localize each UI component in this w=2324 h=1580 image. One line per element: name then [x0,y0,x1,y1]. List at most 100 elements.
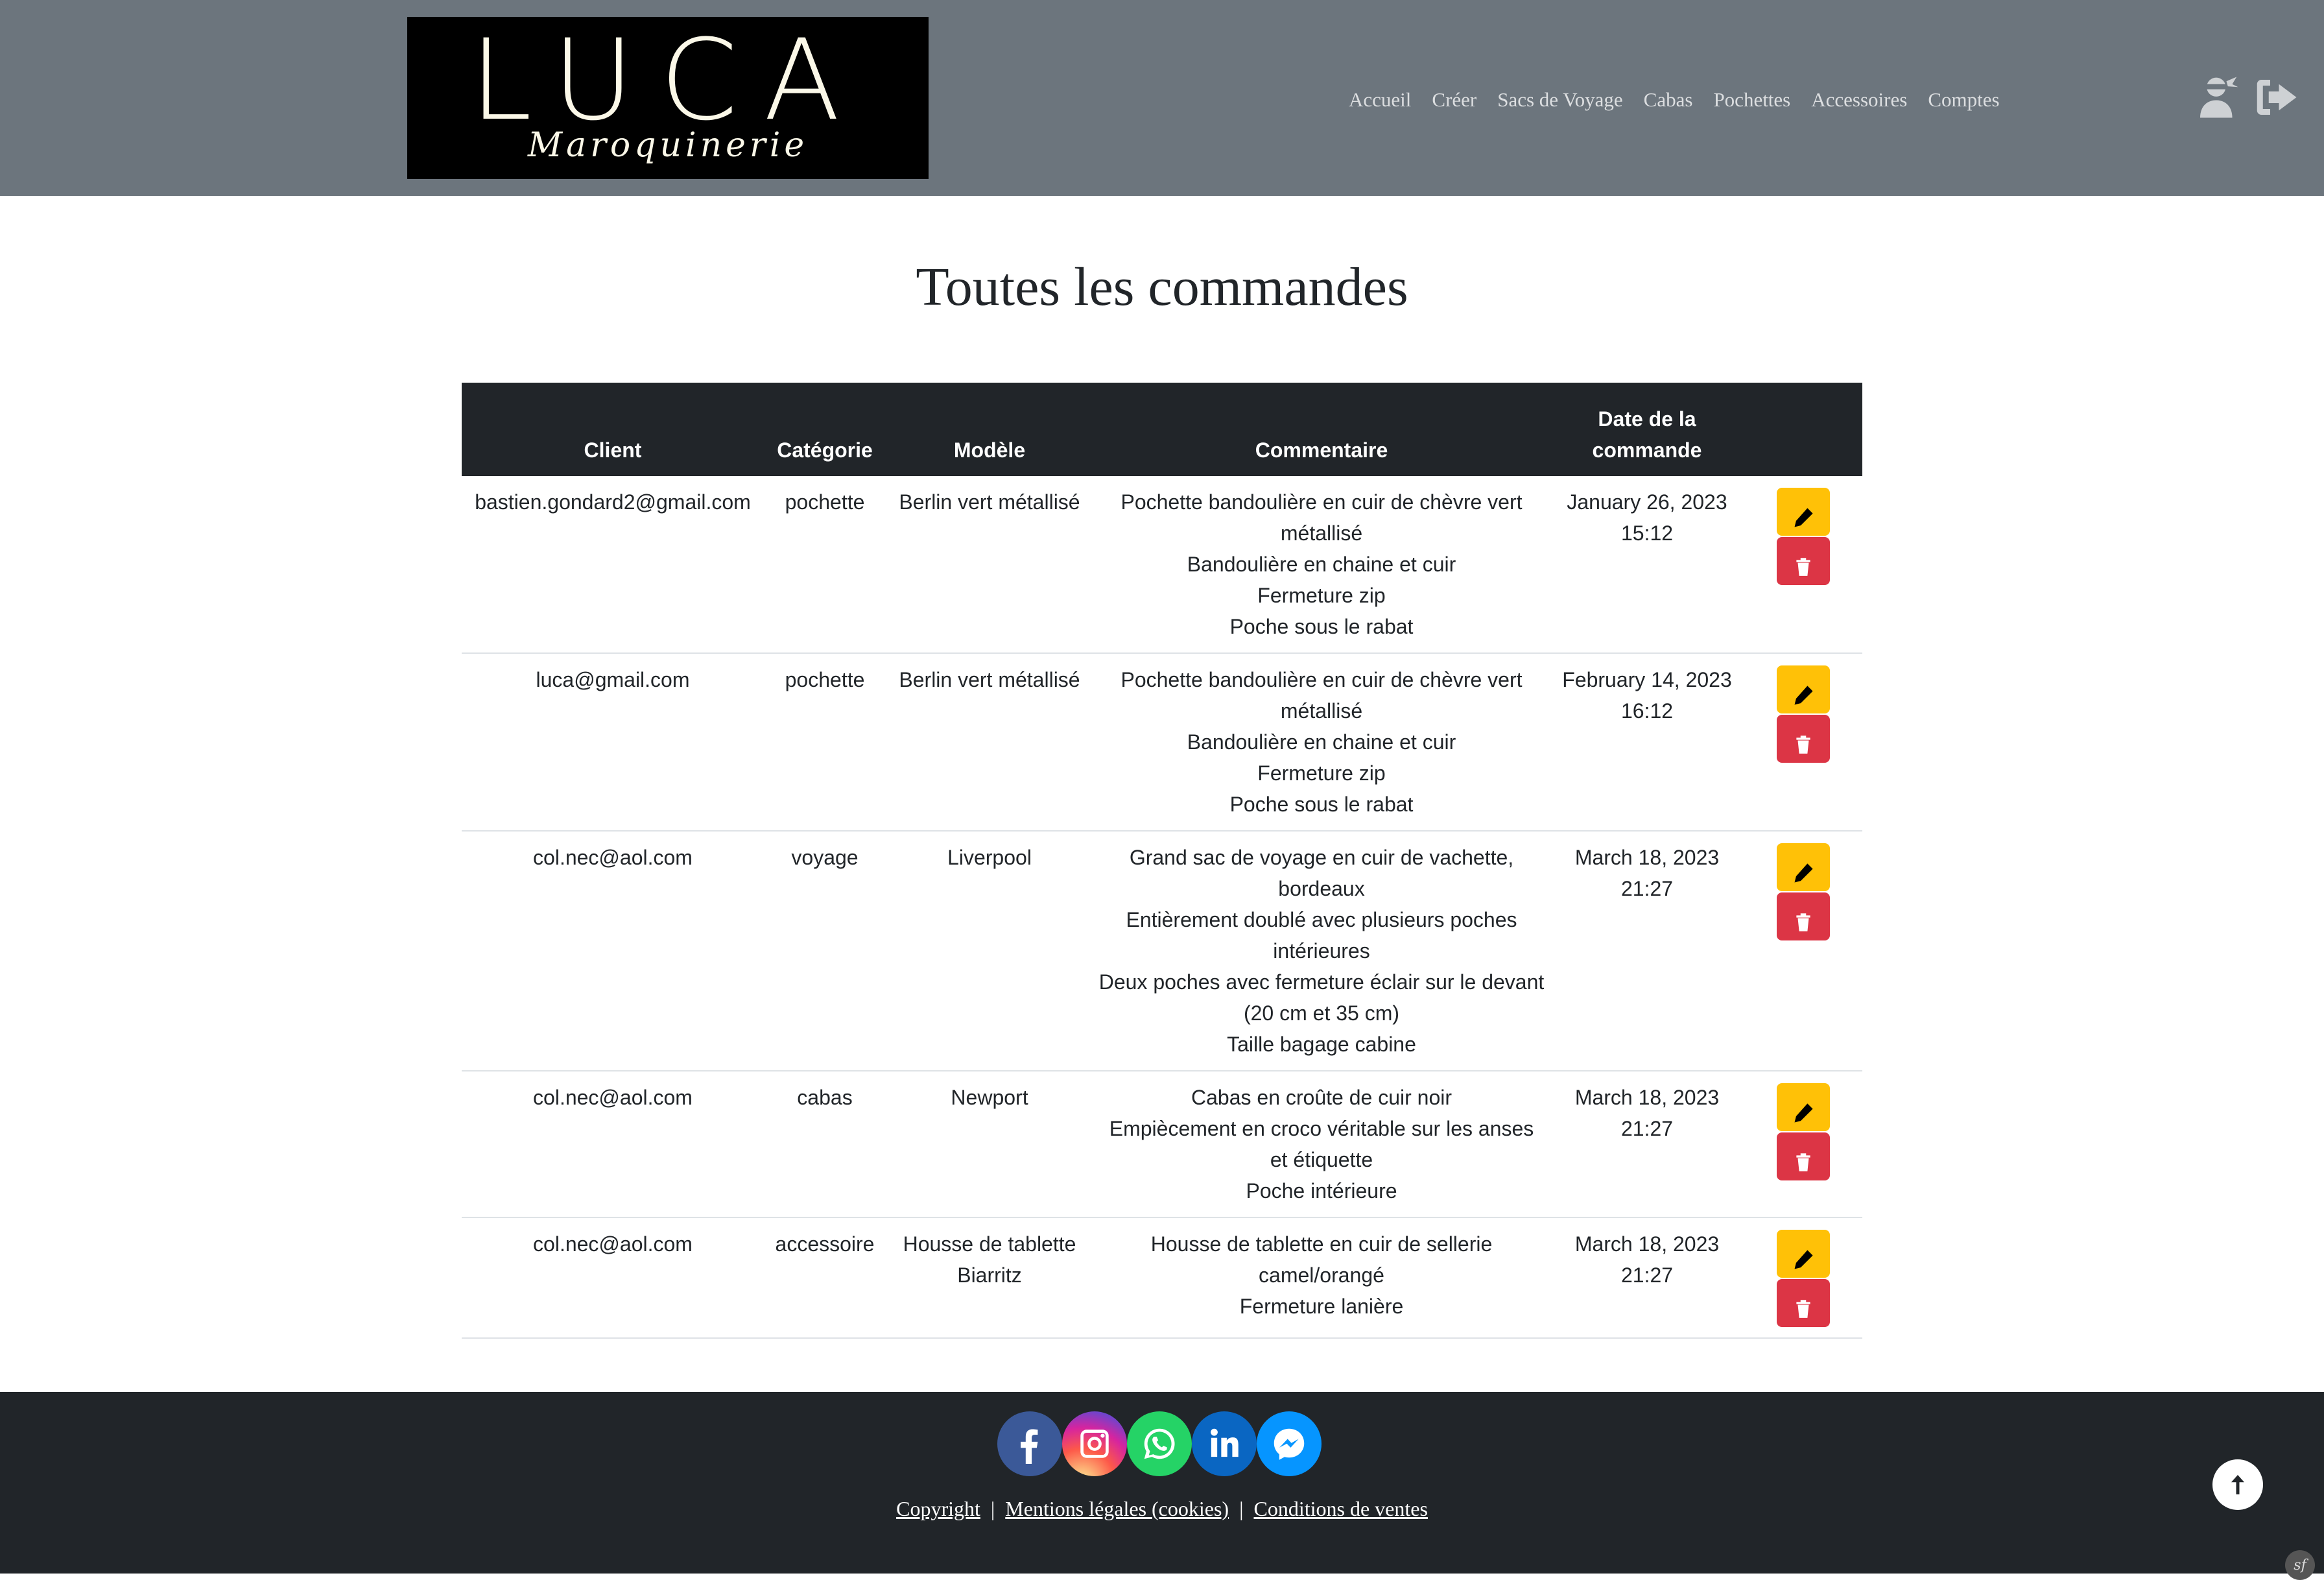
nav-item-pochettes[interactable]: Pochettes [1713,88,1790,112]
edit-button[interactable] [1777,1230,1830,1278]
date-day: February 14, 2023 [1562,668,1732,691]
brand-logo[interactable]: LUCA Maroquinerie [407,17,929,179]
cell-date: March 18, 2023 21:27 [1550,1217,1744,1339]
instagram-icon[interactable] [1062,1411,1127,1476]
date-time: 21:27 [1620,1117,1674,1140]
cell-actions [1744,653,1862,832]
date-day: March 18, 2023 [1574,846,1720,869]
cell-date: January 26, 2023 15:12 [1550,476,1744,654]
scroll-to-top-button[interactable] [2212,1459,2263,1510]
cell-category: voyage [764,831,886,1071]
user-ninja-icon[interactable] [2194,73,2241,122]
comment-line: Poche sous le rabat [1229,615,1414,638]
pencil-icon [1794,1103,1813,1123]
cell-date: February 14, 2023 16:12 [1550,653,1744,832]
sign-out-icon[interactable] [2253,73,2299,122]
column-header-actions [1744,383,1862,476]
delete-button[interactable] [1777,537,1830,585]
legal-notice-link[interactable]: Mentions légales (cookies) [1005,1497,1229,1520]
nav-item-accueil[interactable]: Accueil [1349,88,1411,112]
cell-category: cabas [764,1071,886,1218]
delete-button[interactable] [1777,892,1830,940]
main-nav: Accueil Créer Sacs de Voyage Cabas Poche… [1349,82,2000,118]
delete-button[interactable] [1777,1279,1830,1327]
comment-line: Pochette bandoulière en cuir de chèvre v… [1120,490,1523,545]
footer-links: Copyright | Mentions légales (cookies) |… [0,1497,2324,1521]
cell-comment: Pochette bandoulière en cuir de chèvre v… [1093,653,1550,832]
nav-item-accessoires[interactable]: Accessoires [1811,88,1907,112]
cell-category: pochette [764,476,886,654]
table-row: col.nec@aol.com cabas Newport Cabas en c… [462,1071,1862,1218]
cell-date: March 18, 2023 21:27 [1550,831,1744,1071]
edit-button[interactable] [1777,1083,1830,1131]
table-row: luca@gmail.com pochette Berlin vert méta… [462,653,1862,832]
facebook-icon[interactable] [997,1411,1062,1476]
cell-actions [1744,831,1862,1071]
column-header-model: Modèle [886,383,1093,476]
comment-line: Housse de tablette en cuir de sellerie c… [1150,1232,1493,1287]
pencil-icon [1794,507,1813,527]
comment-line: Taille bagage cabine [1227,1033,1416,1056]
edit-button[interactable] [1777,665,1830,713]
cell-date: March 18, 2023 21:27 [1550,1071,1744,1218]
orders-table: Client Catégorie Modèle Commentaire Date… [462,383,1862,1339]
page-title: Toutes les commandes [916,257,1408,317]
link-separator: | [1239,1497,1244,1520]
pencil-icon [1794,863,1813,883]
comment-line: Deux poches avec fermeture éclair sur le… [1098,970,1545,1025]
date-time: 15:12 [1620,521,1674,545]
date-time: 21:27 [1620,877,1674,900]
date-time: 21:27 [1620,1263,1674,1287]
linkedin-icon[interactable] [1192,1411,1257,1476]
messenger-icon[interactable] [1257,1411,1322,1476]
column-header-category: Catégorie [764,383,886,476]
copyright-link[interactable]: Copyright [896,1497,980,1520]
cell-client: bastien.gondard2@gmail.com [462,476,764,654]
pencil-icon [1794,685,1813,705]
cell-actions [1744,1071,1862,1218]
comment-line: Bandoulière en chaine et cuir [1187,730,1456,754]
table-row: bastien.gondard2@gmail.com pochette Berl… [462,476,1862,654]
logo-main-text: LUCA [469,17,866,145]
cell-client: col.nec@aol.com [462,1071,764,1218]
nav-item-comptes[interactable]: Comptes [1928,88,1999,112]
cell-client: col.nec@aol.com [462,831,764,1071]
cell-model: Berlin vert métallisé [886,653,1093,832]
table-row: col.nec@aol.com accessoire Housse de tab… [462,1217,1862,1339]
social-links [997,1411,1322,1476]
arrow-up-icon [2231,1475,2244,1494]
table-header-row: Client Catégorie Modèle Commentaire Date… [462,383,1862,476]
comment-line: Grand sac de voyage en cuir de vachette,… [1129,846,1514,900]
whatsapp-icon[interactable] [1127,1411,1192,1476]
trash-icon [1796,1299,1810,1318]
nav-item-creer[interactable]: Créer [1432,88,1476,112]
date-time: 16:12 [1620,699,1674,723]
comment-line: Cabas en croûte de cuir noir [1191,1086,1452,1109]
nav-item-cabas[interactable]: Cabas [1644,88,1693,112]
table-row: col.nec@aol.com voyage Liverpool Grand s… [462,831,1862,1071]
cell-comment: Pochette bandoulière en cuir de chèvre v… [1093,476,1550,654]
comment-line: Fermeture zip [1257,584,1386,607]
cell-client: luca@gmail.com [462,653,764,832]
edit-button[interactable] [1777,488,1830,536]
cell-category: pochette [764,653,886,832]
cell-comment: Housse de tablette en cuir de sellerie c… [1093,1217,1550,1339]
column-header-client: Client [462,383,764,476]
cell-comment: Cabas en croûte de cuir noir Empiècement… [1093,1071,1550,1218]
symfony-toolbar-toggle[interactable]: sf [2285,1550,2315,1580]
pencil-icon [1794,1249,1813,1269]
comment-line: Pochette bandoulière en cuir de chèvre v… [1120,668,1523,723]
column-header-date: Date de la commande [1550,383,1744,476]
nav-item-sacs-de-voyage[interactable]: Sacs de Voyage [1497,88,1622,112]
cell-model: Liverpool [886,831,1093,1071]
comment-line: Bandoulière en chaine et cuir [1187,553,1456,576]
terms-of-sale-link[interactable]: Conditions de ventes [1253,1497,1427,1520]
edit-button[interactable] [1777,843,1830,891]
cell-category: accessoire [764,1217,886,1339]
comment-line: Fermeture lanière [1239,1295,1404,1318]
delete-button[interactable] [1777,715,1830,763]
cell-model: Housse de tablette Biarritz [886,1217,1093,1339]
delete-button[interactable] [1777,1132,1830,1180]
comment-line: Empiècement en croco véritable sur les a… [1109,1117,1534,1171]
comment-line: Entièrement doublé avec plusieurs poches… [1126,908,1517,963]
